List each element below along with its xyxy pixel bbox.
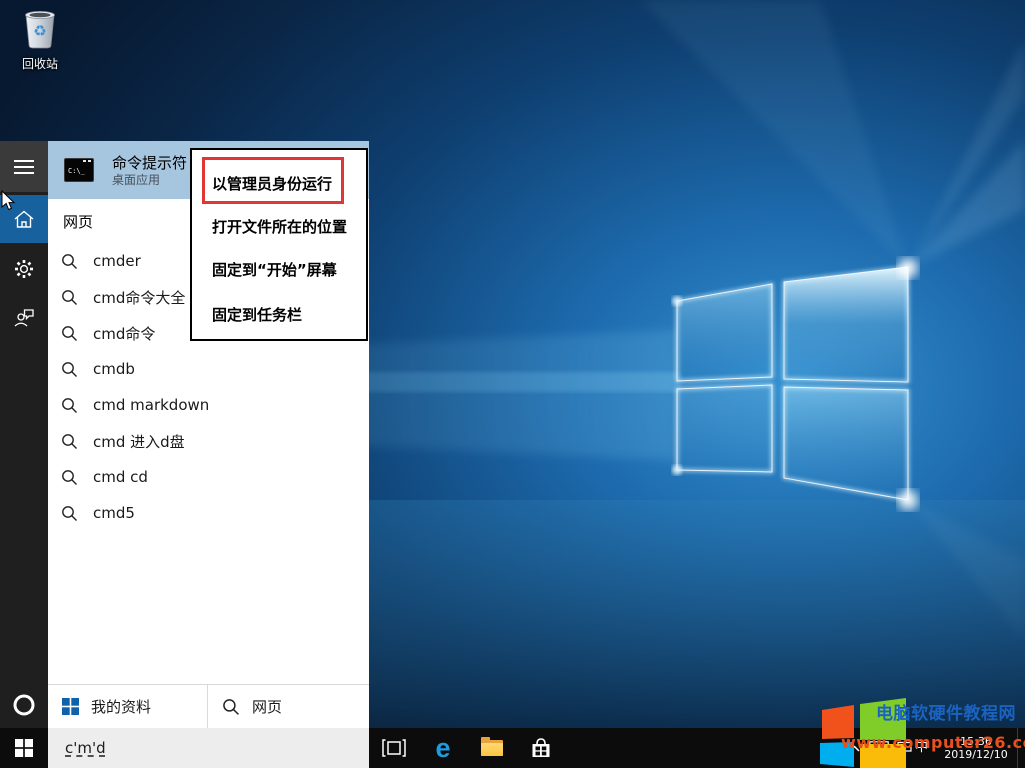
taskbar: c'm'd e xyxy=(0,728,1025,768)
edge-icon: e xyxy=(435,728,450,768)
file-explorer-button[interactable] xyxy=(477,728,507,768)
command-prompt-icon: C:\_ xyxy=(64,158,94,182)
tray-clock[interactable]: 15:36 2019/12/10 xyxy=(938,728,1014,768)
search-icon xyxy=(61,505,78,522)
search-icon xyxy=(61,289,78,306)
search-icon xyxy=(61,469,78,486)
action-center-icon xyxy=(897,741,912,755)
recycle-bin-label: 回收站 xyxy=(14,55,66,72)
task-view-icon xyxy=(382,738,406,758)
windows-start-icon xyxy=(15,739,33,757)
top-result-subtitle: 桌面应用 xyxy=(112,173,187,188)
ime-language-indicator[interactable]: 中 xyxy=(915,728,928,768)
web-search-button[interactable]: 网页 xyxy=(208,685,369,728)
menu-item-pin-to-taskbar[interactable]: 固定到任务栏 xyxy=(212,305,302,325)
screen: ♻ 回收站 xyxy=(0,0,1025,768)
search-input-text: c'm'd xyxy=(65,739,106,757)
tray-date: 2019/12/10 xyxy=(938,748,1014,761)
store-icon xyxy=(529,736,553,760)
recycle-bin-shortcut[interactable]: ♻ 回收站 xyxy=(14,8,66,72)
cortana-button[interactable] xyxy=(0,687,48,723)
tray-show-hidden-icons-button[interactable] xyxy=(845,728,863,768)
web-section-header: 网页 xyxy=(63,211,93,232)
file-explorer-icon xyxy=(481,740,503,756)
menu-item-run-as-administrator[interactable]: 以管理员身份运行 xyxy=(212,174,332,194)
start-button[interactable] xyxy=(0,728,48,768)
show-desktop-button[interactable] xyxy=(1017,728,1018,768)
context-menu: 以管理员身份运行 打开文件所在的位置 固定到“开始”屏幕 固定到任务栏 xyxy=(190,148,368,341)
task-view-button[interactable] xyxy=(379,728,409,768)
gear-icon xyxy=(13,258,35,280)
svg-text:♻: ♻ xyxy=(33,22,46,40)
search-suggestion[interactable]: cmd markdown xyxy=(48,387,369,423)
search-suggestion[interactable]: cmd5 xyxy=(48,495,369,531)
search-suggestion[interactable]: cmdb xyxy=(48,351,369,387)
touch-keyboard-button[interactable] xyxy=(866,728,892,768)
search-icon xyxy=(61,433,78,450)
hamburger-menu-button[interactable] xyxy=(0,141,48,192)
search-icon xyxy=(61,325,78,342)
recycle-bin-icon: ♻ xyxy=(18,8,62,50)
chevron-up-icon xyxy=(849,745,860,752)
taskbar-search-box[interactable]: c'm'd xyxy=(48,728,369,768)
top-result-title: 命令提示符 xyxy=(112,153,187,173)
store-button[interactable] xyxy=(526,728,556,768)
menu-item-pin-to-start[interactable]: 固定到“开始”屏幕 xyxy=(212,260,337,280)
search-icon xyxy=(61,397,78,414)
hamburger-icon xyxy=(14,160,34,174)
search-icon xyxy=(61,253,78,270)
search-icon xyxy=(222,698,240,716)
search-suggestion[interactable]: cmd cd xyxy=(48,459,369,495)
feedback-button[interactable] xyxy=(0,295,48,339)
search-footer: 我的资料 网页 xyxy=(48,684,369,728)
search-suggestion[interactable]: cmd 进入d盘 xyxy=(48,423,369,459)
my-stuff-button[interactable]: 我的资料 xyxy=(48,685,208,728)
home-icon xyxy=(13,209,35,229)
home-button[interactable] xyxy=(0,195,48,243)
feedback-icon xyxy=(12,306,36,328)
start-rail xyxy=(0,141,48,728)
menu-item-open-file-location[interactable]: 打开文件所在的位置 xyxy=(212,217,347,237)
action-center-button[interactable] xyxy=(893,728,915,768)
edge-browser-button[interactable]: e xyxy=(428,728,458,768)
windows-flag-icon xyxy=(62,698,79,715)
tray-time: 15:36 xyxy=(938,735,1014,748)
settings-button[interactable] xyxy=(0,247,48,291)
cortana-circle-icon xyxy=(12,693,36,717)
search-icon xyxy=(61,361,78,378)
touch-keyboard-icon xyxy=(869,741,889,755)
